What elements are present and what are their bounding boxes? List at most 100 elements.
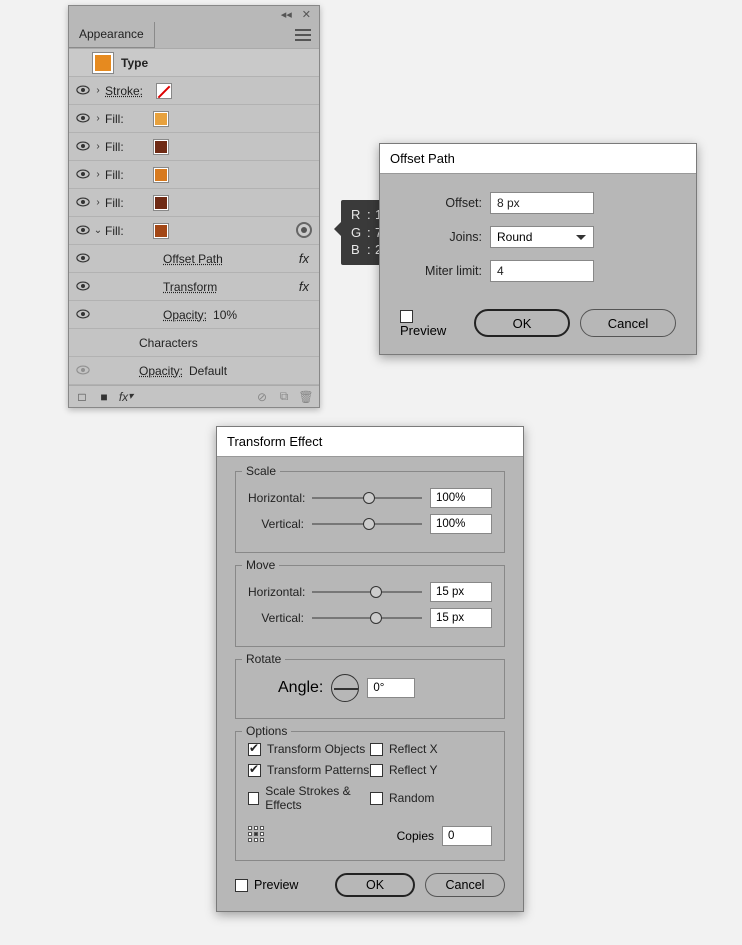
- fill-label: Fill:: [105, 224, 124, 238]
- char-opacity-label[interactable]: Opacity:: [139, 364, 183, 378]
- visibility-icon[interactable]: [75, 224, 91, 237]
- rotate-group: Rotate Angle:: [235, 659, 505, 719]
- char-opacity-row[interactable]: Opacity: Default: [69, 357, 319, 385]
- cancel-button[interactable]: Cancel: [580, 309, 676, 337]
- offset-path-row[interactable]: Offset Path fx: [69, 245, 319, 273]
- panel-menu-icon[interactable]: [295, 29, 313, 41]
- angle-input[interactable]: [367, 678, 415, 698]
- scale-h-slider[interactable]: [312, 490, 422, 506]
- offset-path-link[interactable]: Offset Path: [163, 252, 223, 266]
- scale-group: Scale Horizontal: Vertical:: [235, 471, 505, 553]
- fx-icon[interactable]: fx: [299, 251, 309, 266]
- move-v-input[interactable]: [430, 608, 492, 628]
- move-v-slider[interactable]: [312, 610, 422, 626]
- fill-swatch[interactable]: [154, 140, 168, 154]
- fill-row-5[interactable]: ⌄ Fill:: [69, 217, 319, 245]
- visibility-icon[interactable]: [75, 280, 91, 293]
- visibility-icon-disabled: [75, 364, 91, 377]
- stroke-label[interactable]: Stroke:: [105, 84, 143, 98]
- move-h-input[interactable]: [430, 582, 492, 602]
- preview-checkbox[interactable]: Preview: [400, 308, 454, 338]
- fill-swatch[interactable]: [154, 224, 168, 238]
- fill-row-1[interactable]: › Fill:: [69, 105, 319, 133]
- copies-input[interactable]: [442, 826, 492, 846]
- transform-link[interactable]: Transform: [163, 280, 217, 294]
- fill-swatch[interactable]: [154, 168, 168, 182]
- collapse-icon[interactable]: ◂◂: [281, 8, 292, 21]
- stroke-swatch[interactable]: [157, 84, 171, 98]
- ok-button[interactable]: OK: [335, 873, 415, 897]
- cancel-button[interactable]: Cancel: [425, 873, 505, 897]
- delete-icon[interactable]: 🗑: [299, 390, 313, 404]
- reflect-y-checkbox[interactable]: Reflect Y: [370, 763, 492, 777]
- move-h-slider[interactable]: [312, 584, 422, 600]
- transform-effect-dialog: Transform Effect Scale Horizontal: Verti…: [216, 426, 524, 912]
- scale-h-label: Horizontal:: [248, 491, 312, 505]
- preview-checkbox[interactable]: Preview: [235, 878, 298, 892]
- opacity-label[interactable]: Opacity:: [163, 308, 207, 322]
- stroke-row[interactable]: › Stroke:: [69, 77, 319, 105]
- angle-label: Angle:: [278, 679, 323, 697]
- scale-v-input[interactable]: [430, 514, 492, 534]
- random-checkbox[interactable]: Random: [370, 784, 492, 812]
- options-group: Options Transform Objects Reflect X Tran…: [235, 731, 505, 861]
- transform-patterns-checkbox[interactable]: Transform Patterns: [248, 763, 370, 777]
- miter-input[interactable]: [490, 260, 594, 282]
- duplicate-icon[interactable]: ⧉: [277, 390, 291, 404]
- scale-v-slider[interactable]: [312, 516, 422, 532]
- scale-strokes-checkbox[interactable]: Scale Strokes & Effects: [248, 784, 370, 812]
- fx-icon[interactable]: fx: [299, 279, 309, 294]
- panel-tabbar: Appearance: [69, 22, 319, 48]
- color-target-icon: [296, 222, 312, 238]
- fill-label: Fill:: [105, 140, 124, 154]
- transform-objects-checkbox[interactable]: Transform Objects: [248, 742, 370, 756]
- fill-swatch[interactable]: [154, 196, 168, 210]
- appearance-tab[interactable]: Appearance: [69, 22, 155, 48]
- reflect-x-checkbox[interactable]: Reflect X: [370, 742, 492, 756]
- panel-window-controls: ◂◂ ✕: [69, 6, 319, 22]
- expand-icon[interactable]: ›: [91, 169, 105, 180]
- fill-swatch[interactable]: [154, 112, 168, 126]
- collapse-icon[interactable]: ⌄: [91, 225, 105, 236]
- scale-h-input[interactable]: [430, 488, 492, 508]
- expand-icon[interactable]: ›: [91, 85, 105, 96]
- transform-row[interactable]: Transform fx: [69, 273, 319, 301]
- expand-icon[interactable]: ›: [91, 141, 105, 152]
- appearance-body: Type › Stroke: › Fill: › Fill: › Fill:: [69, 48, 319, 385]
- registration-point-icon[interactable]: [248, 826, 268, 846]
- expand-icon[interactable]: ›: [91, 197, 105, 208]
- fill-row-2[interactable]: › Fill:: [69, 133, 319, 161]
- joins-select[interactable]: Round: [490, 226, 594, 248]
- move-v-label: Vertical:: [248, 611, 312, 625]
- fill-row-3[interactable]: › Fill:: [69, 161, 319, 189]
- visibility-icon[interactable]: [75, 84, 91, 97]
- visibility-icon[interactable]: [75, 196, 91, 209]
- offset-path-dialog: Offset Path Offset: Joins: Round Miter l…: [379, 143, 697, 355]
- ok-button[interactable]: OK: [474, 309, 570, 337]
- visibility-icon[interactable]: [75, 308, 91, 321]
- clear-icon[interactable]: ⊘: [255, 390, 269, 404]
- offset-input[interactable]: [490, 192, 594, 214]
- visibility-icon[interactable]: [75, 112, 91, 125]
- scale-v-label: Vertical:: [248, 517, 312, 531]
- visibility-icon[interactable]: [75, 140, 91, 153]
- move-h-label: Horizontal:: [248, 585, 312, 599]
- copies-label: Copies: [397, 829, 434, 843]
- new-stroke-icon[interactable]: □: [75, 390, 89, 404]
- new-fill-icon[interactable]: ■: [97, 390, 111, 404]
- type-row[interactable]: Type: [69, 49, 319, 77]
- type-swatch[interactable]: [93, 53, 113, 73]
- visibility-icon[interactable]: [75, 168, 91, 181]
- fill-opacity-row[interactable]: Opacity: 10%: [69, 301, 319, 329]
- close-icon[interactable]: ✕: [302, 8, 311, 21]
- expand-icon[interactable]: ›: [91, 113, 105, 124]
- add-effect-icon[interactable]: fx▾: [119, 390, 133, 404]
- visibility-icon[interactable]: [75, 252, 91, 265]
- fill-row-4[interactable]: › Fill:: [69, 189, 319, 217]
- angle-dial[interactable]: [331, 674, 359, 702]
- appearance-footer: □ ■ fx▾ ⊘ ⧉ 🗑: [69, 385, 319, 407]
- fill-label: Fill:: [105, 112, 124, 126]
- type-label: Type: [121, 56, 148, 70]
- characters-row[interactable]: Characters: [69, 329, 319, 357]
- move-group: Move Horizontal: Vertical:: [235, 565, 505, 647]
